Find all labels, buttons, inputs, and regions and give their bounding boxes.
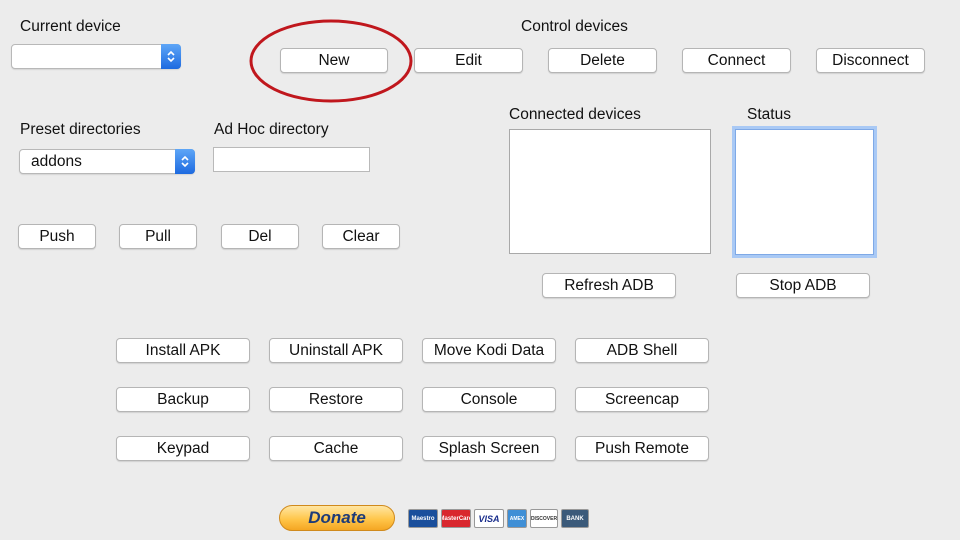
current-device-label: Current device (20, 18, 121, 35)
disconnect-button[interactable]: Disconnect (816, 48, 925, 73)
mastercard-card-icon: MasterCard (441, 509, 471, 528)
pull-button[interactable]: Pull (119, 224, 197, 249)
push-remote-button[interactable]: Push Remote (575, 436, 709, 461)
bank-card-icon: BANK (561, 509, 589, 528)
status-label: Status (747, 106, 791, 123)
donate-button[interactable]: Donate (279, 505, 395, 531)
install-apk-button[interactable]: Install APK (116, 338, 250, 363)
connected-devices-list[interactable] (509, 129, 711, 254)
preset-directories-label: Preset directories (20, 121, 141, 138)
uninstall-apk-button[interactable]: Uninstall APK (269, 338, 403, 363)
visa-card-icon: VISA (474, 509, 504, 528)
adhoc-directory-input[interactable] (213, 147, 370, 172)
cache-button[interactable]: Cache (269, 436, 403, 461)
del-button[interactable]: Del (221, 224, 299, 249)
annotation-circle (249, 19, 413, 103)
console-button[interactable]: Console (422, 387, 556, 412)
keypad-button[interactable]: Keypad (116, 436, 250, 461)
restore-button[interactable]: Restore (269, 387, 403, 412)
preset-directories-select[interactable]: addons (19, 149, 195, 174)
preset-directories-value: addons (31, 153, 82, 170)
current-device-select[interactable] (11, 44, 181, 69)
splash-screen-button[interactable]: Splash Screen (422, 436, 556, 461)
amex-card-icon: AMEX (507, 509, 527, 528)
backup-button[interactable]: Backup (116, 387, 250, 412)
discover-card-icon: DISCOVER (530, 509, 558, 528)
delete-button[interactable]: Delete (548, 48, 657, 73)
adhoc-directory-label: Ad Hoc directory (214, 121, 329, 138)
control-devices-label: Control devices (521, 18, 628, 35)
connect-button[interactable]: Connect (682, 48, 791, 73)
status-list[interactable] (735, 129, 874, 255)
connected-devices-label: Connected devices (509, 106, 641, 123)
maestro-card-icon: Maestro (408, 509, 438, 528)
push-button[interactable]: Push (18, 224, 96, 249)
chevron-updown-icon (175, 149, 195, 174)
adb-shell-button[interactable]: ADB Shell (575, 338, 709, 363)
chevron-updown-icon (161, 44, 181, 69)
clear-button[interactable]: Clear (322, 224, 400, 249)
move-kodi-data-button[interactable]: Move Kodi Data (422, 338, 556, 363)
refresh-adb-button[interactable]: Refresh ADB (542, 273, 676, 298)
stop-adb-button[interactable]: Stop ADB (736, 273, 870, 298)
screencap-button[interactable]: Screencap (575, 387, 709, 412)
edit-button[interactable]: Edit (414, 48, 523, 73)
